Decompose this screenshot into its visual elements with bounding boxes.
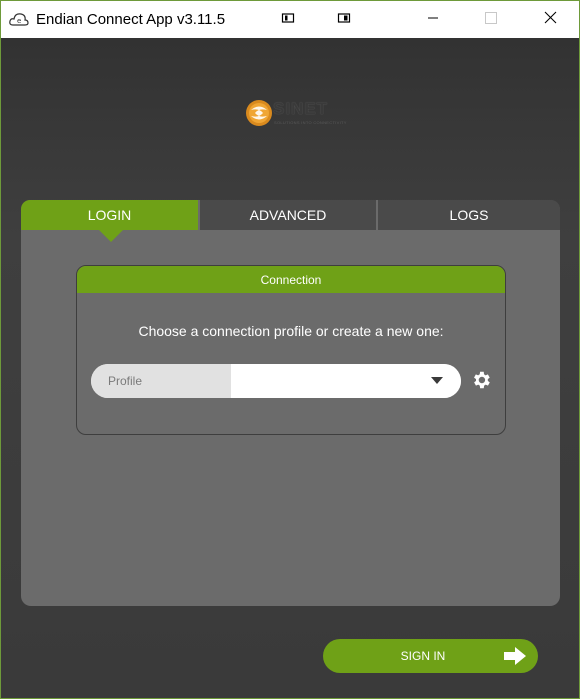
profile-dropdown[interactable] [231, 364, 461, 398]
app-window: e Endian Connect App v3.11.5 SINET SOLUT… [0, 0, 580, 699]
logo-tagline: SOLUTIONS INTO CONNECTIVITY [274, 120, 347, 125]
title-bar[interactable]: e Endian Connect App v3.11.5 [1, 1, 579, 38]
close-icon [544, 11, 557, 29]
tab-bar: LOGIN ADVANCED LOGS [21, 200, 560, 242]
compact-view-button[interactable] [321, 1, 367, 38]
main-panel: LOGIN ADVANCED LOGS Connection Choose a … [21, 200, 560, 606]
maximize-button[interactable] [468, 1, 514, 38]
caret-down-icon [431, 377, 443, 384]
compact-view-icon [337, 11, 351, 29]
close-button[interactable] [527, 1, 573, 38]
gear-icon[interactable] [470, 369, 492, 391]
snap-left-icon [281, 11, 295, 29]
profile-field: Profile [91, 364, 461, 398]
endian-cloud-icon: e [9, 10, 29, 28]
active-tab-pointer [99, 230, 123, 242]
connection-box: Connection Choose a connection profile o… [76, 265, 506, 435]
maximize-icon [485, 11, 497, 29]
tab-login[interactable]: LOGIN [21, 200, 198, 230]
sign-in-label: SIGN IN [400, 649, 446, 663]
minimize-button[interactable] [410, 1, 456, 38]
snap-layout-button[interactable] [265, 1, 311, 38]
sign-in-button[interactable]: SIGN IN [323, 639, 538, 673]
connection-prompt: Choose a connection profile or create a … [138, 323, 444, 339]
connection-header: Connection [77, 266, 505, 293]
minimize-icon [427, 11, 439, 29]
logo-text: SINET [273, 99, 329, 118]
content-area: SINET SOLUTIONS INTO CONNECTIVITY LOGIN … [1, 38, 579, 698]
sinet-logo: SINET SOLUTIONS INTO CONNECTIVITY [245, 96, 346, 130]
window-title: Endian Connect App v3.11.5 [36, 11, 226, 28]
arrow-right-icon [503, 646, 527, 666]
tab-logs[interactable]: LOGS [378, 200, 560, 230]
svg-text:e: e [17, 17, 21, 25]
tab-advanced[interactable]: ADVANCED [200, 200, 376, 230]
profile-label: Profile [91, 364, 231, 398]
